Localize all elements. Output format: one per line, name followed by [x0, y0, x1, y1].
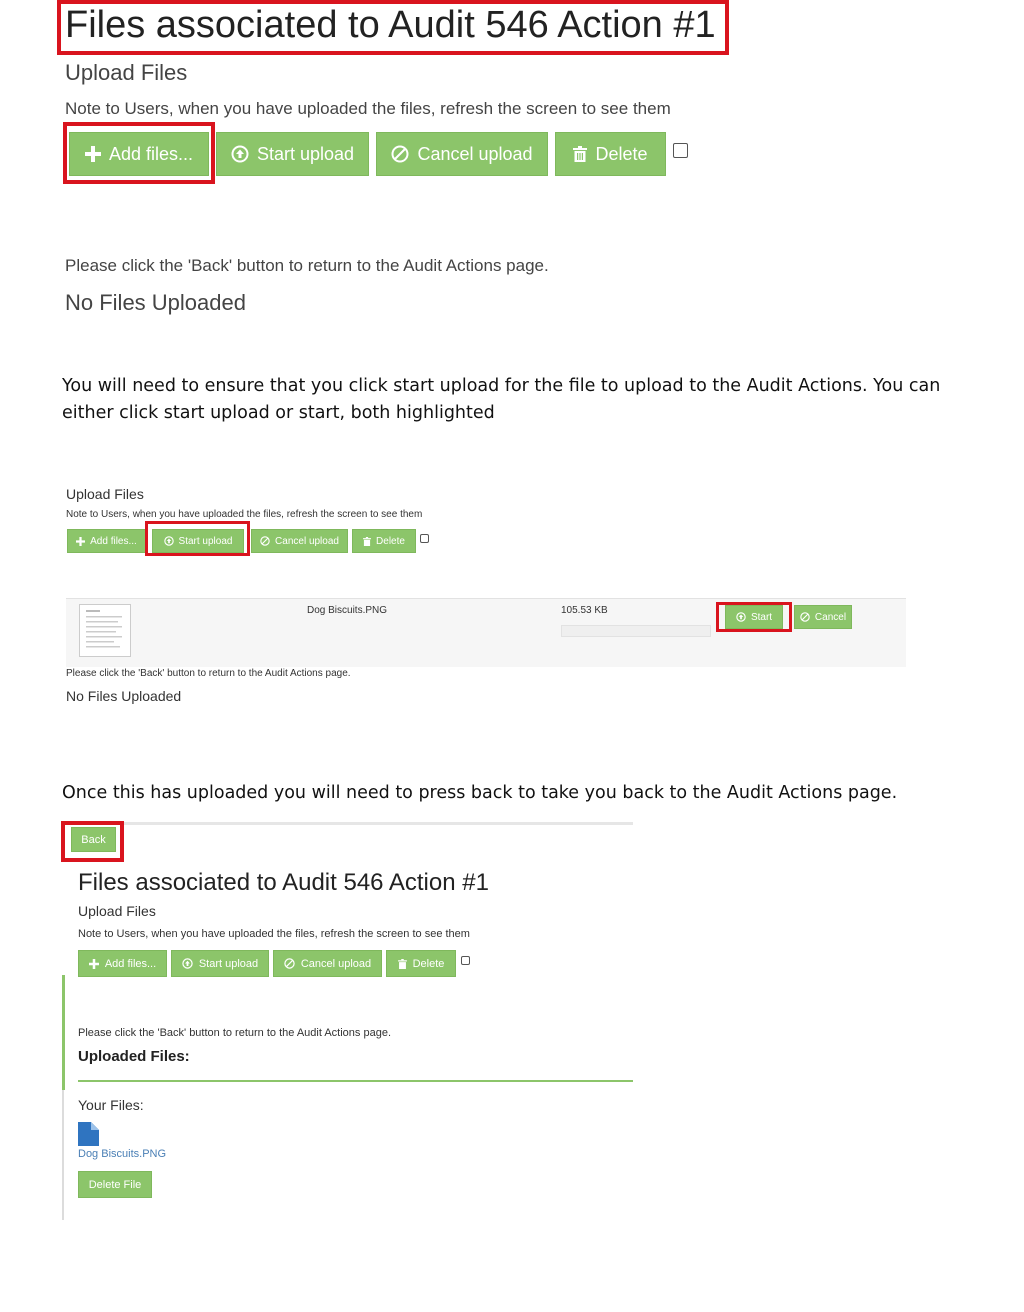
delete-file-label: Delete File [88, 1178, 142, 1191]
back-note: Please click the 'Back' button to return… [65, 256, 549, 275]
cancel-button[interactable]: Cancel [794, 605, 852, 629]
add-files-button-3[interactable]: Add files... [78, 950, 167, 977]
delete-button[interactable]: Delete [555, 132, 666, 176]
delete-file-button[interactable]: Delete File [78, 1171, 152, 1198]
upload-circle-icon [231, 145, 249, 163]
page-title-3: Files associated to Audit 546 Action #1 [78, 869, 489, 896]
plus-icon [88, 958, 99, 969]
trash-icon [573, 146, 588, 162]
left-gray-bar [62, 1090, 64, 1220]
add-files-label-2: Add files... [90, 535, 137, 547]
back-highlight [61, 821, 124, 862]
delete-button-3[interactable]: Delete [386, 950, 456, 977]
start-upload-highlight [145, 521, 250, 556]
uploaded-files-heading: Uploaded Files: [78, 1048, 190, 1065]
cancel-upload-button-3[interactable]: Cancel upload [273, 950, 382, 977]
uploaded-file-link[interactable]: Dog Biscuits.PNG [78, 1148, 166, 1160]
cancel-label: Cancel [814, 611, 847, 623]
ban-icon [260, 536, 270, 546]
trash-icon [397, 958, 407, 969]
ban-icon [391, 145, 409, 163]
trash-icon [363, 536, 371, 546]
upload-heading-3: Upload Files [78, 903, 156, 919]
left-accent-bar [62, 975, 65, 1090]
instruction-paragraph-2: Once this has uploaded you will need to … [62, 783, 898, 803]
delete-label-3: Delete [412, 957, 445, 970]
select-all-checkbox[interactable] [673, 143, 688, 158]
cancel-upload-button-2[interactable]: Cancel upload [251, 529, 348, 553]
top-divider [70, 822, 633, 825]
start-upload-label: Start upload [256, 143, 355, 164]
cancel-upload-button[interactable]: Cancel upload [376, 132, 548, 176]
start-upload-label-3: Start upload [198, 957, 259, 970]
your-files-label: Your Files: [78, 1097, 144, 1113]
delete-label: Delete [595, 143, 648, 164]
back-note-3: Please click the 'Back' button to return… [78, 1027, 392, 1039]
file-name: Dog Biscuits.PNG [307, 605, 388, 616]
note-text-3: Note to Users, when you have uploaded th… [78, 928, 470, 940]
add-files-highlight [63, 122, 215, 184]
select-all-checkbox-3[interactable] [461, 956, 470, 965]
add-files-label-3: Add files... [104, 957, 157, 970]
start-upload-button-3[interactable]: Start upload [171, 950, 269, 977]
start-upload-button[interactable]: Start upload [216, 132, 369, 176]
uploaded-divider [78, 1080, 633, 1082]
note-text: Note to Users, when you have uploaded th… [65, 99, 671, 118]
ban-icon [284, 958, 295, 969]
page-title: Files associated to Audit 546 Action #1 [65, 4, 716, 46]
cancel-upload-label: Cancel upload [417, 143, 533, 164]
upload-heading-2: Upload Files [66, 486, 144, 502]
plus-icon [76, 536, 86, 546]
delete-button-2[interactable]: Delete [352, 529, 416, 553]
upload-circle-icon [182, 958, 193, 969]
upload-heading: Upload Files [65, 60, 188, 85]
upload-progress-bar [561, 625, 711, 637]
add-files-button-2[interactable]: Add files... [67, 529, 146, 553]
cancel-upload-label-3: Cancel upload [300, 957, 372, 970]
note-text-2: Note to Users, when you have uploaded th… [66, 509, 423, 520]
ban-icon [800, 612, 810, 622]
delete-label-2: Delete [376, 535, 405, 547]
cancel-upload-label-2: Cancel upload [275, 535, 339, 547]
no-files-text: No Files Uploaded [65, 290, 246, 315]
back-note-2: Please click the 'Back' button to return… [66, 668, 351, 679]
select-all-checkbox-2[interactable] [420, 534, 429, 543]
file-icon [78, 1122, 99, 1146]
file-thumbnail [79, 604, 131, 657]
no-files-text-2: No Files Uploaded [66, 688, 182, 704]
start-highlight [716, 602, 792, 632]
file-size: 105.53 KB [561, 605, 608, 616]
instruction-paragraph-1: You will need to ensure that you click s… [62, 376, 941, 423]
